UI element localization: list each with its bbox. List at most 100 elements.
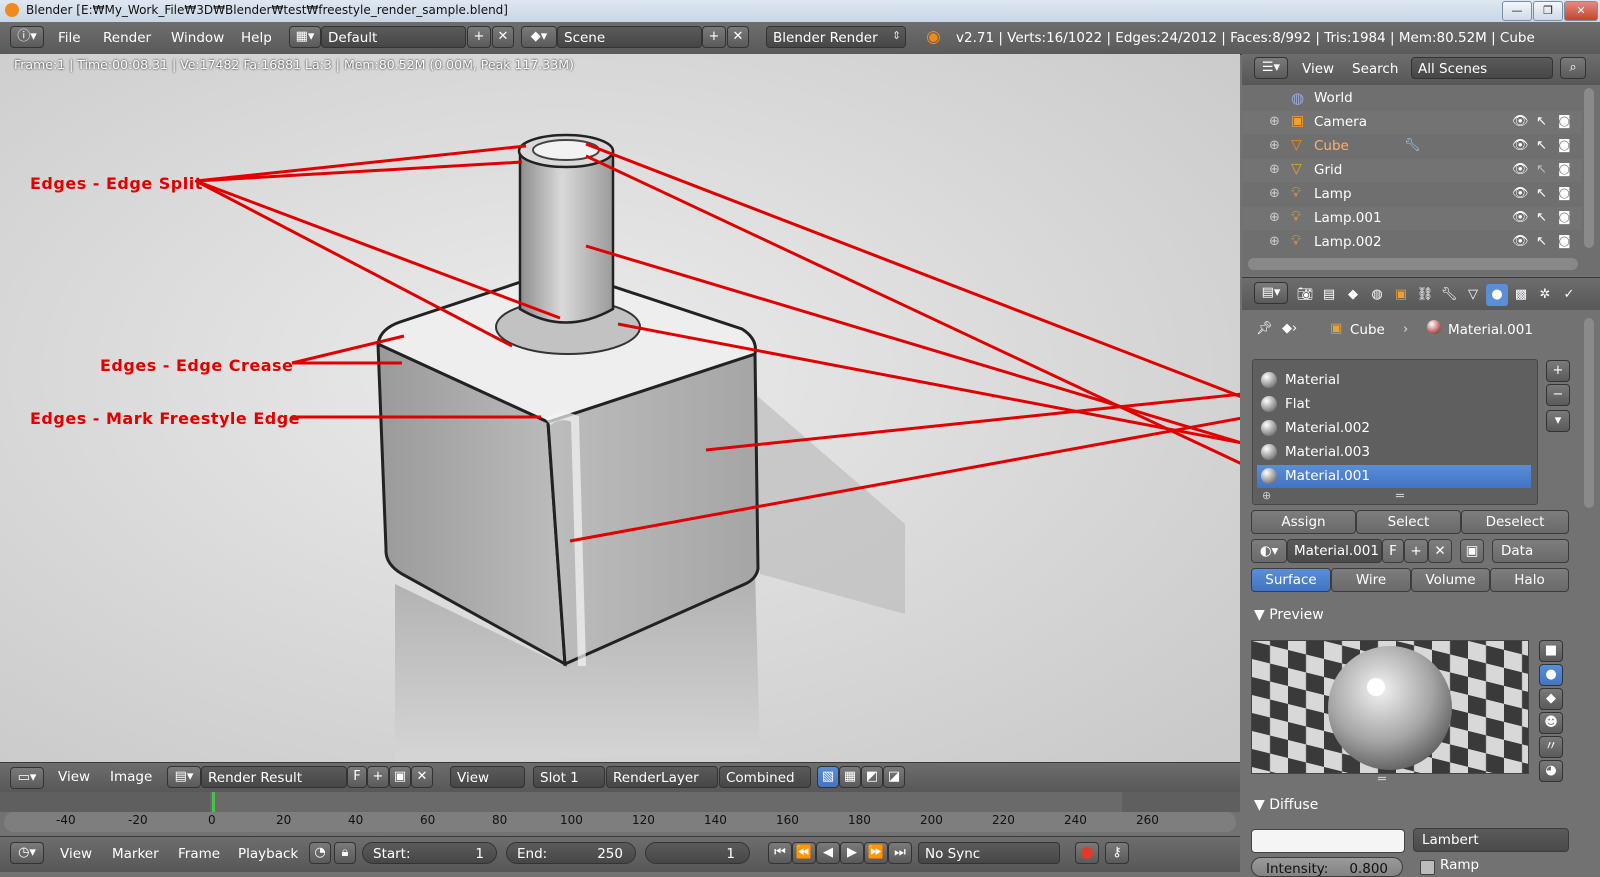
jump-start-icon[interactable]: ⏮: [768, 842, 792, 864]
scene-field[interactable]: Scene: [557, 26, 702, 48]
current-frame-field[interactable]: 1: [645, 842, 750, 864]
search-icon[interactable]: ⌕: [1560, 57, 1586, 79]
data-tab-icon[interactable]: ▽: [1464, 286, 1482, 304]
diffuse-panel-header[interactable]: ▼ Diffuse: [1254, 797, 1318, 813]
physics-tab-icon[interactable]: ✓: [1560, 286, 1578, 304]
remove-slot-icon[interactable]: −: [1546, 384, 1570, 406]
object-tab-icon[interactable]: ▣: [1392, 286, 1410, 304]
maximize-button[interactable]: ❐: [1533, 1, 1563, 21]
display-mode-select[interactable]: All Scenes: [1411, 57, 1553, 79]
material-slot-item[interactable]: Flat: [1257, 393, 1531, 416]
diffuse-shader-select[interactable]: Lambert: [1413, 828, 1569, 852]
selectable-cursor-icon[interactable]: ↖: [1536, 114, 1547, 129]
visibility-eye-icon[interactable]: 👁︎: [1512, 114, 1529, 129]
visibility-eye-icon[interactable]: 👁︎: [1512, 234, 1529, 249]
fake-user-toggle[interactable]: F: [347, 766, 367, 788]
outliner-row-lamp-001[interactable]: ⊕ 💡︎ Lamp.001 👁︎ ↖ ◙: [1242, 207, 1582, 230]
particles-tab-icon[interactable]: ✲: [1536, 286, 1554, 304]
outliner-row-camera[interactable]: ⊕ ▣ Camera 👁︎ ↖ ◙: [1242, 111, 1582, 134]
end-frame-field[interactable]: End: 250: [506, 842, 636, 864]
constraints-tab-icon[interactable]: ⛓︎: [1416, 286, 1434, 304]
expand-icon[interactable]: ⊕: [1269, 186, 1280, 201]
add-screen-icon[interactable]: +: [467, 26, 491, 48]
outliner-row-lamp-002[interactable]: ⊕ 💡︎ Lamp.002 👁︎ ↖ ◙: [1242, 231, 1582, 254]
jump-end-icon[interactable]: ⏭: [888, 842, 912, 864]
deselect-button[interactable]: Deselect: [1461, 510, 1569, 534]
preview-sky-icon[interactable]: ◕: [1539, 760, 1563, 782]
editor-type-properties-icon[interactable]: ▤▾: [1254, 282, 1288, 304]
image-browse-icon[interactable]: ▤▾: [167, 766, 201, 788]
visibility-eye-icon[interactable]: 👁︎: [1512, 210, 1529, 225]
material-slot-item[interactable]: Material: [1257, 369, 1531, 392]
select-button[interactable]: Select: [1356, 510, 1461, 534]
sync-mode-select[interactable]: No Sync: [918, 842, 1060, 864]
unlink-image-icon[interactable]: ✕: [411, 766, 433, 788]
modifiers-tab-icon[interactable]: 🔧︎: [1440, 286, 1458, 304]
material-slot-item[interactable]: Material.003: [1257, 441, 1531, 464]
jump-next-key-icon[interactable]: ⏩: [864, 842, 888, 864]
menu-window[interactable]: Window: [171, 30, 224, 46]
z-buffer-icon[interactable]: ◩: [861, 766, 883, 788]
expand-icon[interactable]: ⊕: [1269, 114, 1280, 129]
current-frame-indicator[interactable]: [212, 792, 215, 812]
renderable-camera-icon[interactable]: ◙: [1558, 138, 1571, 153]
renderable-camera-icon[interactable]: ◙: [1558, 186, 1571, 201]
texture-tab-icon[interactable]: ▩: [1512, 286, 1530, 304]
menu-view[interactable]: View: [60, 846, 92, 862]
material-slot-item-selected[interactable]: Material.001: [1257, 465, 1531, 488]
render-layer-select[interactable]: RenderLayer: [606, 766, 718, 788]
diffuse-color-swatch[interactable]: [1251, 829, 1405, 853]
record-icon[interactable]: [1075, 842, 1099, 864]
menu-file[interactable]: File: [58, 30, 81, 46]
material-browse-icon[interactable]: ◐▾: [1251, 539, 1287, 563]
play-reverse-icon[interactable]: ◀: [816, 842, 840, 864]
selectable-cursor-icon[interactable]: ↖: [1536, 186, 1547, 201]
curves-icon[interactable]: ◪: [883, 766, 905, 788]
image-name-field[interactable]: Render Result: [201, 766, 347, 788]
remove-screen-icon[interactable]: ✕: [492, 26, 514, 48]
visibility-eye-icon[interactable]: 👁︎: [1512, 138, 1529, 153]
menu-playback[interactable]: Playback: [238, 846, 298, 862]
selectable-cursor-icon[interactable]: ↖: [1536, 234, 1547, 249]
keying-set-icon[interactable]: ⚷: [1105, 842, 1129, 864]
expand-icon[interactable]: ⊕: [1269, 138, 1280, 153]
draw-alpha-icon[interactable]: ▦: [839, 766, 861, 788]
pin-icon[interactable]: 📌︎: [1256, 321, 1273, 336]
tab-halo[interactable]: Halo: [1490, 568, 1569, 592]
material-name-field[interactable]: Material.001: [1287, 539, 1382, 563]
preview-sphere-icon[interactable]: ●: [1539, 664, 1563, 686]
outliner-row-cube[interactable]: ⊕ ▽ Cube 🔧︎ 👁︎ ↖ ◙: [1242, 135, 1582, 158]
menu-image[interactable]: Image: [110, 769, 152, 785]
remove-scene-icon[interactable]: ✕: [727, 26, 749, 48]
outliner-row-world[interactable]: ◍ World: [1242, 87, 1582, 110]
editor-type-info-icon[interactable]: ⓘ▾: [10, 26, 44, 48]
render-pass-select[interactable]: Combined: [719, 766, 811, 788]
editor-type-image-icon[interactable]: ▭▾: [10, 767, 44, 789]
unlink-material-icon[interactable]: ✕: [1428, 539, 1452, 563]
properties-scrollbar[interactable]: [1584, 318, 1594, 508]
scene-tab-icon[interactable]: ◆: [1344, 286, 1362, 304]
open-image-icon[interactable]: ▣: [389, 766, 411, 788]
slot-select[interactable]: Slot 1: [533, 766, 605, 788]
screen-layout-icon[interactable]: ▦▾: [289, 26, 321, 48]
screen-layout-field[interactable]: Default: [321, 26, 466, 48]
assign-button[interactable]: Assign: [1251, 510, 1356, 534]
outliner-scrollbar[interactable]: [1584, 88, 1594, 248]
material-slot-item[interactable]: Material.002: [1257, 417, 1531, 440]
visibility-eye-icon[interactable]: 👁︎: [1512, 162, 1529, 177]
menu-render[interactable]: Render: [103, 30, 151, 46]
menu-marker[interactable]: Marker: [112, 846, 159, 862]
add-scene-icon[interactable]: +: [702, 26, 726, 48]
draw-channels-color-icon[interactable]: ▧: [817, 766, 839, 788]
renderable-camera-icon[interactable]: ◙: [1558, 114, 1571, 129]
timeline-scrollbar[interactable]: [4, 812, 1236, 832]
render-layers-tab-icon[interactable]: ▤: [1320, 286, 1338, 304]
material-tab-icon[interactable]: ●: [1486, 284, 1508, 306]
menu-help[interactable]: Help: [241, 30, 272, 46]
expand-icon[interactable]: ⊕: [1269, 210, 1280, 225]
render-result-viewport[interactable]: [0, 54, 1240, 762]
new-image-icon[interactable]: +: [367, 766, 389, 788]
world-tab-icon[interactable]: ◍: [1368, 286, 1386, 304]
minimize-button[interactable]: —: [1502, 1, 1532, 21]
render-engine-select[interactable]: Blender Render: [766, 26, 906, 48]
